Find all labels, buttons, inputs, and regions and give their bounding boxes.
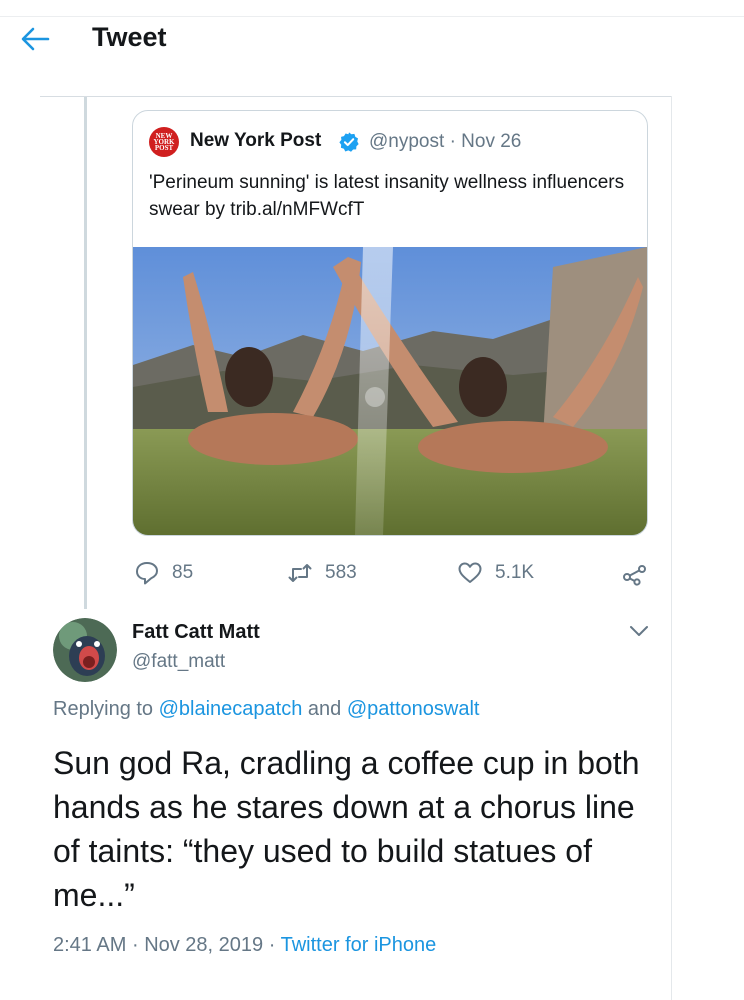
column-border	[671, 96, 672, 1000]
like-button[interactable]: 5.1K	[457, 556, 534, 590]
tweet-source-link[interactable]: Twitter for iPhone	[281, 934, 437, 956]
tweet-text: Sun god Ra, cradling a coffee cup in bot…	[53, 745, 640, 913]
retweet-count: 583	[325, 562, 357, 583]
chevron-down-icon[interactable]	[626, 620, 652, 642]
retweet-icon	[288, 564, 312, 582]
thread-connector-line	[84, 97, 87, 609]
avatar[interactable]	[53, 618, 117, 682]
verified-badge-icon	[339, 132, 359, 152]
header-divider	[40, 96, 672, 97]
reply-icon	[136, 562, 158, 585]
quoted-author-handle[interactable]: @nypost	[369, 131, 444, 152]
reply-count: 85	[172, 562, 194, 583]
replying-to-line: Replying to @blainecapatch and @pattonos…	[53, 698, 479, 721]
quoted-tweet-card[interactable]: NEW YORK POST New York Post @nypost · No…	[132, 110, 648, 536]
reply-button[interactable]: 85	[134, 556, 193, 590]
nypost-logo-text: NEW YORK POST	[153, 132, 175, 152]
mention-link[interactable]: @blainecapatch	[159, 698, 303, 720]
author-handle[interactable]: @fatt_matt	[132, 651, 225, 673]
photo-icon[interactable]	[133, 247, 647, 535]
meta-separator: ·	[268, 934, 276, 956]
quoted-tweet-date[interactable]: Nov 26	[461, 131, 521, 152]
retweet-button[interactable]: 583	[287, 556, 357, 590]
replying-prefix: Replying to	[53, 698, 154, 720]
share-button[interactable]	[622, 556, 648, 590]
heart-icon	[458, 562, 482, 583]
top-divider	[0, 16, 744, 17]
author-name[interactable]: Fatt Catt Matt	[132, 621, 260, 644]
tweet-date[interactable]: Nov 28, 2019	[144, 934, 263, 956]
tweet-time[interactable]: 2:41 AM	[53, 934, 126, 956]
meta-separator: ·	[131, 934, 139, 956]
quoted-author-name[interactable]: New York Post	[190, 130, 321, 152]
nypost-avatar[interactable]: NEW YORK POST	[149, 127, 179, 157]
page-title: Tweet	[92, 22, 167, 52]
mention-link[interactable]: @pattonoswalt	[347, 698, 480, 720]
share-icon	[623, 565, 646, 586]
quoted-tweet-text: 'Perineum sunning' is latest insanity we…	[149, 172, 625, 220]
tweet-timestamp: 2:41 AM · Nov 28, 2019 · Twitter for iPh…	[53, 934, 436, 957]
like-count: 5.1K	[495, 562, 535, 583]
arrow-left-icon[interactable]	[20, 26, 50, 52]
replying-and: and	[307, 698, 342, 720]
meta-separator: ·	[449, 131, 456, 152]
tweet-actions-bar: 85 583 5.1K	[132, 556, 652, 590]
quoted-tweet-meta: @nypost · Nov 26	[369, 131, 521, 153]
